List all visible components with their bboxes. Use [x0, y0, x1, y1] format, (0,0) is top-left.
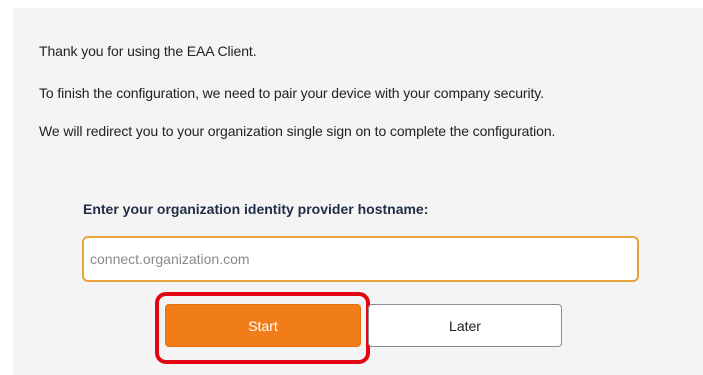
intro-redirect-text: We will redirect you to your organizatio… — [39, 123, 556, 139]
intro-pairing-text: To finish the configuration, we need to … — [39, 85, 544, 101]
start-button[interactable]: Start — [165, 304, 361, 347]
intro-thank-you-text: Thank you for using the EAA Client. — [39, 43, 257, 59]
configuration-panel: Thank you for using the EAA Client. To f… — [13, 8, 703, 375]
hostname-field-label: Enter your organization identity provide… — [83, 201, 429, 217]
hostname-input[interactable] — [82, 236, 639, 282]
later-button[interactable]: Later — [368, 304, 562, 347]
